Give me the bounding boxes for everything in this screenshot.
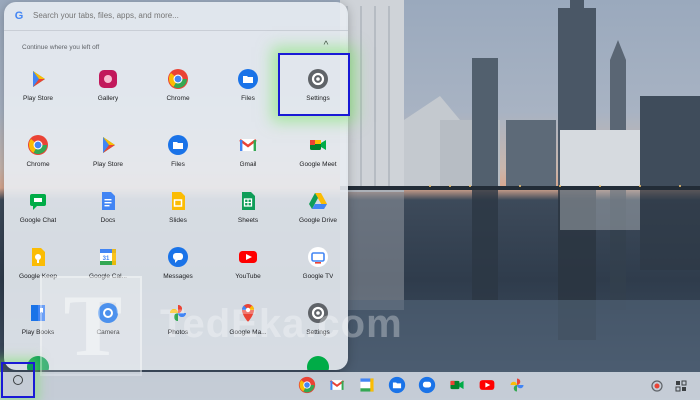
- app-label: Docs: [100, 217, 116, 224]
- watermark-letter: T: [63, 278, 123, 375]
- google-meet-icon: [450, 380, 464, 390]
- recent-app-play-store[interactable]: Play Store: [8, 64, 68, 114]
- youtube-icon: [479, 380, 495, 390]
- app-google-drive[interactable]: Google Drive: [288, 186, 348, 236]
- shelf-app-files[interactable]: [386, 374, 408, 396]
- app-label: Slides: [169, 217, 187, 224]
- app-gmail[interactable]: Gmail: [218, 130, 278, 180]
- shelf-app-photos[interactable]: [506, 374, 528, 396]
- google-keep-icon: [27, 246, 49, 268]
- app-label: Google Drive: [299, 217, 337, 224]
- recent-apps-row: Play Store Gallery Chrome Files Settings: [4, 64, 348, 114]
- svg-text:31: 31: [103, 256, 110, 262]
- photos-icon: [510, 378, 524, 392]
- app-label: YouTube: [235, 273, 261, 280]
- app-label: Sheets: [237, 217, 259, 224]
- recent-app-chrome[interactable]: Chrome: [148, 64, 208, 114]
- app-grid-row: Chrome Play Store Files Gmail Google Mee…: [4, 130, 348, 180]
- google-calendar-icon: 31: [97, 246, 119, 268]
- messages-icon: [418, 376, 436, 394]
- app-label: Files: [171, 161, 185, 168]
- continue-section-title: Continue where you left off: [22, 44, 100, 51]
- files-icon: [237, 68, 259, 90]
- app-label: Gallery: [97, 95, 119, 102]
- app-label: Settings: [306, 95, 330, 102]
- search-input[interactable]: [33, 9, 333, 23]
- app-partial[interactable]: [288, 352, 348, 370]
- slides-icon: [167, 190, 189, 212]
- google-g-icon: G: [14, 10, 24, 22]
- chrome-icon: [27, 134, 49, 156]
- watermark-text: TedEka.com: [160, 302, 403, 346]
- app-youtube[interactable]: YouTube: [218, 242, 278, 292]
- launcher-circle-icon: [13, 375, 23, 385]
- app-label: Chrome: [166, 95, 190, 102]
- search-divider: [4, 30, 348, 31]
- launcher-search-bar[interactable]: G: [4, 2, 348, 30]
- app-chrome[interactable]: Chrome: [8, 130, 68, 180]
- app-grid-row: Google Chat Docs Slides Sheets Google Dr…: [4, 186, 348, 236]
- shelf-pinned-apps: [296, 374, 536, 398]
- shelf-app-meet[interactable]: [446, 374, 468, 396]
- shelf-app-chrome[interactable]: [296, 374, 318, 396]
- app-label: Google Chat: [19, 217, 57, 224]
- google-calendar-icon: [360, 378, 374, 392]
- docs-icon: [97, 190, 119, 212]
- gallery-icon: [97, 68, 119, 90]
- shelf-app-calendar[interactable]: [356, 374, 378, 396]
- app-docs[interactable]: Docs: [78, 186, 138, 236]
- recent-app-files[interactable]: Files: [218, 64, 278, 114]
- google-meet-icon: [307, 134, 329, 156]
- recent-app-settings[interactable]: Settings: [288, 64, 348, 114]
- messages-icon: [167, 246, 189, 268]
- app-label: Files: [241, 95, 255, 102]
- recent-app-gallery[interactable]: Gallery: [78, 64, 138, 114]
- shelf-app-gmail[interactable]: [326, 374, 348, 396]
- app-sheets[interactable]: Sheets: [218, 186, 278, 236]
- app-label: Play Store: [23, 95, 53, 102]
- app-label: Chrome: [26, 161, 50, 168]
- app-label: Gmail: [239, 161, 257, 168]
- quick-settings-icon[interactable]: [674, 379, 688, 393]
- app-google-meet[interactable]: Google Meet: [288, 130, 348, 180]
- youtube-icon: [237, 246, 259, 268]
- app-google-tv[interactable]: Google TV: [288, 242, 348, 292]
- app-partial-icon: [307, 356, 329, 370]
- files-icon: [388, 376, 406, 394]
- chevron-up-icon[interactable]: ^: [320, 40, 332, 52]
- google-tv-icon: [307, 246, 329, 268]
- chrome-icon: [298, 376, 316, 394]
- record-icon[interactable]: [650, 379, 664, 393]
- play-store-icon: [97, 134, 119, 156]
- app-files[interactable]: Files: [148, 130, 208, 180]
- play-store-icon: [27, 68, 49, 90]
- app-label: Play Store: [93, 161, 123, 168]
- app-messages[interactable]: Messages: [148, 242, 208, 292]
- shelf-app-youtube[interactable]: [476, 374, 498, 396]
- gmail-icon: [237, 134, 259, 156]
- app-label: Messages: [163, 273, 193, 280]
- files-icon: [167, 134, 189, 156]
- launcher-button[interactable]: [1, 362, 35, 398]
- app-google-chat[interactable]: Google Chat: [8, 186, 68, 236]
- shelf-app-messages[interactable]: [416, 374, 438, 396]
- sheets-icon: [237, 190, 259, 212]
- chrome-icon: [167, 68, 189, 90]
- app-label: Google TV: [302, 273, 334, 280]
- google-drive-icon: [307, 190, 329, 212]
- app-play-store[interactable]: Play Store: [78, 130, 138, 180]
- app-label: Google Meet: [299, 161, 337, 168]
- app-slides[interactable]: Slides: [148, 186, 208, 236]
- gmail-icon: [329, 380, 345, 390]
- google-chat-icon: [27, 190, 49, 212]
- settings-icon: [307, 68, 329, 90]
